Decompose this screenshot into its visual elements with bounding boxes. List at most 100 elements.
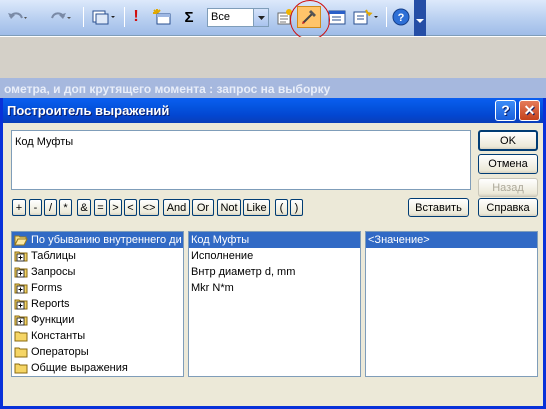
- op-label: &: [80, 201, 88, 214]
- op-label: ): [294, 201, 299, 214]
- show-table-icon[interactable]: [150, 6, 174, 28]
- tree-item-label: Запросы: [31, 266, 76, 278]
- list-item-label: <Значение>: [368, 234, 430, 246]
- op-label: <>: [142, 201, 156, 214]
- back-button[interactable]: Назад: [478, 178, 538, 197]
- plus-folder-icon: [14, 315, 28, 326]
- help-icon[interactable]: ?: [391, 6, 411, 28]
- tree-item-current-query[interactable]: По убыванию внутреннего ди: [12, 232, 183, 248]
- undo-icon[interactable]: [4, 6, 30, 28]
- access-toolbar: ! Σ Все ?: [0, 0, 546, 40]
- toolbar-separator: [124, 7, 125, 27]
- list-item[interactable]: <Значение>: [366, 232, 537, 248]
- op-open-paren-button[interactable]: (: [275, 199, 288, 216]
- exclamation-run-icon[interactable]: !: [128, 6, 144, 28]
- chevron-down-icon[interactable]: [253, 9, 268, 26]
- op-label: Like: [246, 201, 267, 214]
- dialog-titlebar[interactable]: Построитель выражений ? ✕: [3, 98, 543, 123]
- close-button[interactable]: ✕: [519, 100, 540, 121]
- list-item[interactable]: Внтр диаметр d, mm: [189, 264, 360, 280]
- view-icon[interactable]: [90, 6, 118, 28]
- plus-folder-icon: [14, 267, 28, 278]
- help-button[interactable]: Справка: [478, 198, 538, 217]
- op-ampersand-button[interactable]: &: [77, 199, 91, 216]
- op-greater-button[interactable]: >: [109, 199, 122, 216]
- tree-item-forms[interactable]: Forms: [12, 280, 183, 296]
- list-item-label: Внтр диаметр d, mm: [191, 266, 296, 278]
- list-item-label: Исполнение: [191, 250, 254, 262]
- objects-tree-pane[interactable]: По убыванию внутреннего ди Таблицы Запро…: [11, 231, 184, 377]
- svg-text:?: ?: [398, 12, 405, 24]
- list-item-label: Код Муфты: [191, 234, 250, 246]
- op-label: *: [63, 201, 68, 214]
- op-plus-button[interactable]: +: [12, 199, 26, 216]
- op-like-button[interactable]: Like: [243, 199, 270, 216]
- plus-folder-icon: [14, 283, 28, 294]
- tree-item-tables[interactable]: Таблицы: [12, 248, 183, 264]
- filter-combo-value: Все: [211, 11, 230, 23]
- op-not-button[interactable]: Not: [217, 199, 241, 216]
- folder-icon: [14, 331, 28, 342]
- tree-item-functions[interactable]: Функции: [12, 312, 183, 328]
- op-minus-button[interactable]: -: [29, 199, 42, 216]
- op-not-equal-button[interactable]: <>: [139, 199, 159, 216]
- tree-item-operators[interactable]: Операторы: [12, 344, 183, 360]
- folder-icon: [14, 347, 28, 358]
- expression-textbox[interactable]: Код Муфты: [11, 130, 471, 190]
- op-label: >: [112, 201, 119, 214]
- cancel-label: Отмена: [488, 158, 528, 170]
- plus-folder-icon: [14, 251, 28, 262]
- op-equals-button[interactable]: =: [94, 199, 107, 216]
- close-icon: ✕: [523, 102, 536, 118]
- list-item[interactable]: Mkr N*m: [189, 280, 360, 296]
- toolbar-options-icon[interactable]: [414, 0, 426, 36]
- cancel-button[interactable]: Отмена: [478, 154, 538, 174]
- totals-sigma-icon[interactable]: Σ: [181, 6, 197, 28]
- paste-label: Вставить: [415, 201, 462, 214]
- tree-item-label: Таблицы: [31, 250, 76, 262]
- op-and-button[interactable]: And: [163, 199, 190, 216]
- tree-item-label: Forms: [31, 282, 63, 294]
- op-label: (: [279, 201, 284, 214]
- tree-item-reports[interactable]: Reports: [12, 296, 183, 312]
- toolbar-separator: [386, 7, 387, 27]
- list-item[interactable]: Код Муфты: [189, 232, 360, 248]
- tree-item-queries[interactable]: Запросы: [12, 264, 183, 280]
- list-item-label: Mkr N*m: [191, 282, 234, 294]
- new-object-icon[interactable]: [351, 6, 381, 28]
- tree-item-label: Константы: [31, 330, 86, 342]
- op-less-button[interactable]: <: [124, 199, 137, 216]
- op-label: =: [97, 201, 104, 214]
- op-label: <: [127, 201, 134, 214]
- toolbar-separator: [83, 7, 84, 27]
- op-divide-button[interactable]: /: [44, 199, 57, 216]
- op-label: -: [33, 201, 38, 214]
- fields-list-pane[interactable]: Код Муфты Исполнение Внтр диаметр d, mm …: [188, 231, 361, 377]
- tree-item-common-expressions[interactable]: Общие выражения: [12, 360, 183, 376]
- ok-label: OK: [500, 134, 516, 147]
- op-label: +: [15, 201, 23, 214]
- op-multiply-button[interactable]: *: [59, 199, 72, 216]
- back-label: Назад: [492, 181, 524, 194]
- filter-combo[interactable]: Все: [207, 8, 269, 27]
- tree-item-constants[interactable]: Константы: [12, 328, 183, 344]
- values-list-pane[interactable]: <Значение>: [365, 231, 538, 377]
- redo-icon[interactable]: [44, 6, 74, 28]
- tree-item-label: Функции: [31, 314, 75, 326]
- paste-button[interactable]: Вставить: [408, 198, 469, 217]
- op-close-paren-button[interactable]: ): [290, 199, 303, 216]
- sigma-label: Σ: [184, 8, 194, 26]
- tree-item-label: Общие выражения: [31, 362, 128, 374]
- plus-folder-icon: [14, 299, 28, 310]
- folder-icon: [14, 363, 28, 374]
- tree-item-label: Reports: [31, 298, 70, 310]
- expression-text: Код Муфты: [15, 136, 74, 148]
- help-caption-button[interactable]: ?: [495, 100, 516, 121]
- background-window-title: ометра, и доп крутящего момента : запрос…: [0, 78, 546, 100]
- database-window-icon[interactable]: [327, 6, 347, 28]
- op-label: Not: [220, 201, 238, 214]
- list-item[interactable]: Исполнение: [189, 248, 360, 264]
- op-or-button[interactable]: Or: [192, 199, 214, 216]
- ok-button[interactable]: OK: [478, 130, 538, 151]
- open-folder-icon: [14, 235, 28, 246]
